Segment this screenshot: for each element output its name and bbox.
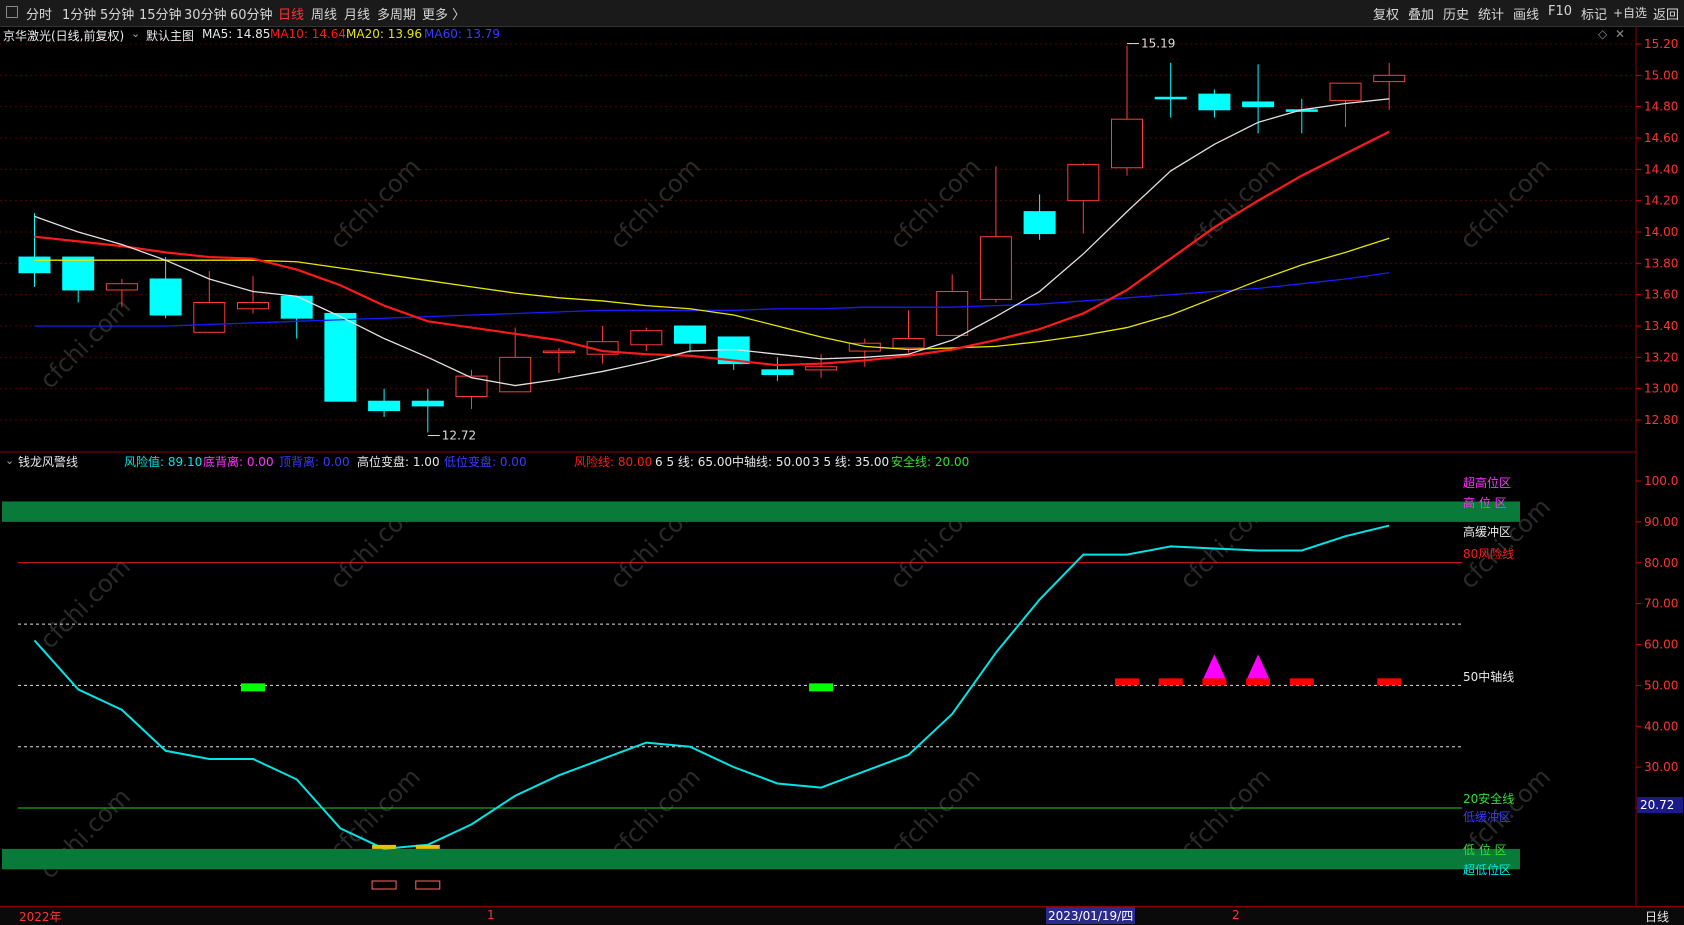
candle-body (1373, 74, 1406, 83)
watermark: cfchi.com (34, 293, 136, 395)
price-tick-label: 14.60 (1644, 131, 1678, 145)
red-signal (1115, 678, 1139, 686)
candle-body (499, 356, 532, 393)
candle-body (936, 291, 969, 336)
watermark: cfchi.com (34, 553, 136, 655)
zone-axis50: 50中轴线 (1463, 670, 1515, 684)
candle-body (1242, 101, 1275, 108)
high-marker-label: 15.19 (1141, 37, 1175, 51)
price-tick-label: 15.00 (1644, 68, 1678, 82)
candle-body (1111, 118, 1143, 169)
green-signal (809, 683, 834, 692)
red-signal (1246, 678, 1271, 686)
candle-body (1154, 96, 1187, 100)
candle-body (368, 400, 401, 412)
green-signal (241, 683, 265, 692)
candle-body (1023, 211, 1056, 235)
indicator-tick-label: 70.00 (1644, 597, 1678, 611)
zone-safe20: 20安全线 (1463, 792, 1515, 806)
indicator-tick-label: 90.00 (1644, 515, 1678, 529)
candle-body (761, 369, 794, 376)
zone-low-buffer: 低缓冲区 (1463, 810, 1512, 824)
current-value-label: 20.72 (1640, 798, 1674, 812)
red-signal (1377, 678, 1402, 686)
price-tick-label: 12.80 (1644, 413, 1678, 427)
watermark: cfchi.com (884, 153, 986, 255)
candle-body (193, 302, 226, 333)
candle-body (237, 302, 269, 310)
candle-body (979, 236, 1012, 300)
red-signal (1158, 678, 1183, 686)
candle-body (1067, 164, 1100, 202)
candle-body (105, 283, 138, 291)
magenta-signal (1203, 654, 1226, 679)
ma60-line (34, 272, 1390, 327)
hollow-signal (371, 880, 397, 890)
ma5-line (34, 98, 1390, 387)
watermark: cfchi.com (1454, 153, 1556, 255)
candle-body (18, 256, 51, 274)
watermark: cfchi.com (324, 153, 426, 255)
candle-body (1198, 93, 1231, 111)
price-tick-label: 13.00 (1644, 382, 1678, 396)
yellow-signal (415, 844, 440, 849)
zone-high: 高 位 区 (1463, 496, 1507, 510)
kline-chart[interactable]: cfchi.com cfchi.com cfchi.com cfchi.com cfch… (0, 0, 1684, 924)
month-1-label: 1 (487, 908, 495, 922)
price-tick-label: 13.40 (1644, 319, 1678, 333)
time-axis: 2022年 1 2023/01/19/四 2 日线 (0, 906, 1684, 925)
hollow-signal (415, 880, 441, 890)
zone-super-low: 超低位区 (1463, 863, 1512, 877)
price-tick-label: 14.00 (1644, 225, 1678, 239)
low-zone-band (2, 848, 1520, 870)
period-label[interactable]: 日线 (1645, 908, 1669, 925)
candle-body (324, 312, 357, 402)
candle-body (62, 256, 95, 291)
low-marker-label: 12.72 (442, 429, 476, 443)
indicator-tick-label: 100.0 (1644, 474, 1678, 488)
zone-low: 低 位 区 (1463, 843, 1507, 857)
price-tick-label: 15.20 (1644, 37, 1678, 51)
watermark: cfchi.com (604, 153, 706, 255)
candle-body (805, 366, 838, 371)
yellow-signal (372, 844, 397, 849)
zone-risk80: 80风险线 (1463, 547, 1515, 561)
crosshair-date-label: 2023/01/19/四 (1046, 907, 1136, 924)
year-label: 2022年 (19, 910, 62, 924)
candle-body (674, 325, 706, 344)
red-signal (1202, 678, 1227, 686)
candle-body (280, 295, 313, 319)
price-tick-label: 13.60 (1644, 288, 1678, 302)
price-tick-label: 13.20 (1644, 350, 1678, 364)
indicator-tick-label: 40.00 (1644, 719, 1678, 733)
high-zone-band (2, 501, 1520, 522)
zone-super-high: 超高位区 (1463, 476, 1512, 490)
price-tick-label: 14.40 (1644, 162, 1678, 176)
ma10-line (34, 130, 1390, 367)
indicator-tick-label: 80.00 (1644, 556, 1678, 570)
month-2-label: 2 (1232, 908, 1240, 922)
indicator-tick-label: 30.00 (1644, 760, 1678, 774)
price-tick-label: 13.80 (1644, 256, 1678, 270)
candle-body (411, 400, 444, 407)
red-signal (1289, 678, 1314, 686)
indicator-tick-label: 50.00 (1644, 678, 1678, 692)
indicator-tick-label: 60.00 (1644, 638, 1678, 652)
candle-body (630, 330, 663, 346)
candle-body (542, 350, 575, 354)
candle-body (892, 338, 925, 349)
price-tick-label: 14.80 (1644, 100, 1678, 114)
price-tick-label: 14.20 (1644, 194, 1678, 208)
candle-body (1329, 82, 1362, 101)
candle-body (149, 278, 182, 316)
zone-high-buffer: 高缓冲区 (1463, 525, 1512, 539)
magenta-signal (1247, 654, 1270, 679)
